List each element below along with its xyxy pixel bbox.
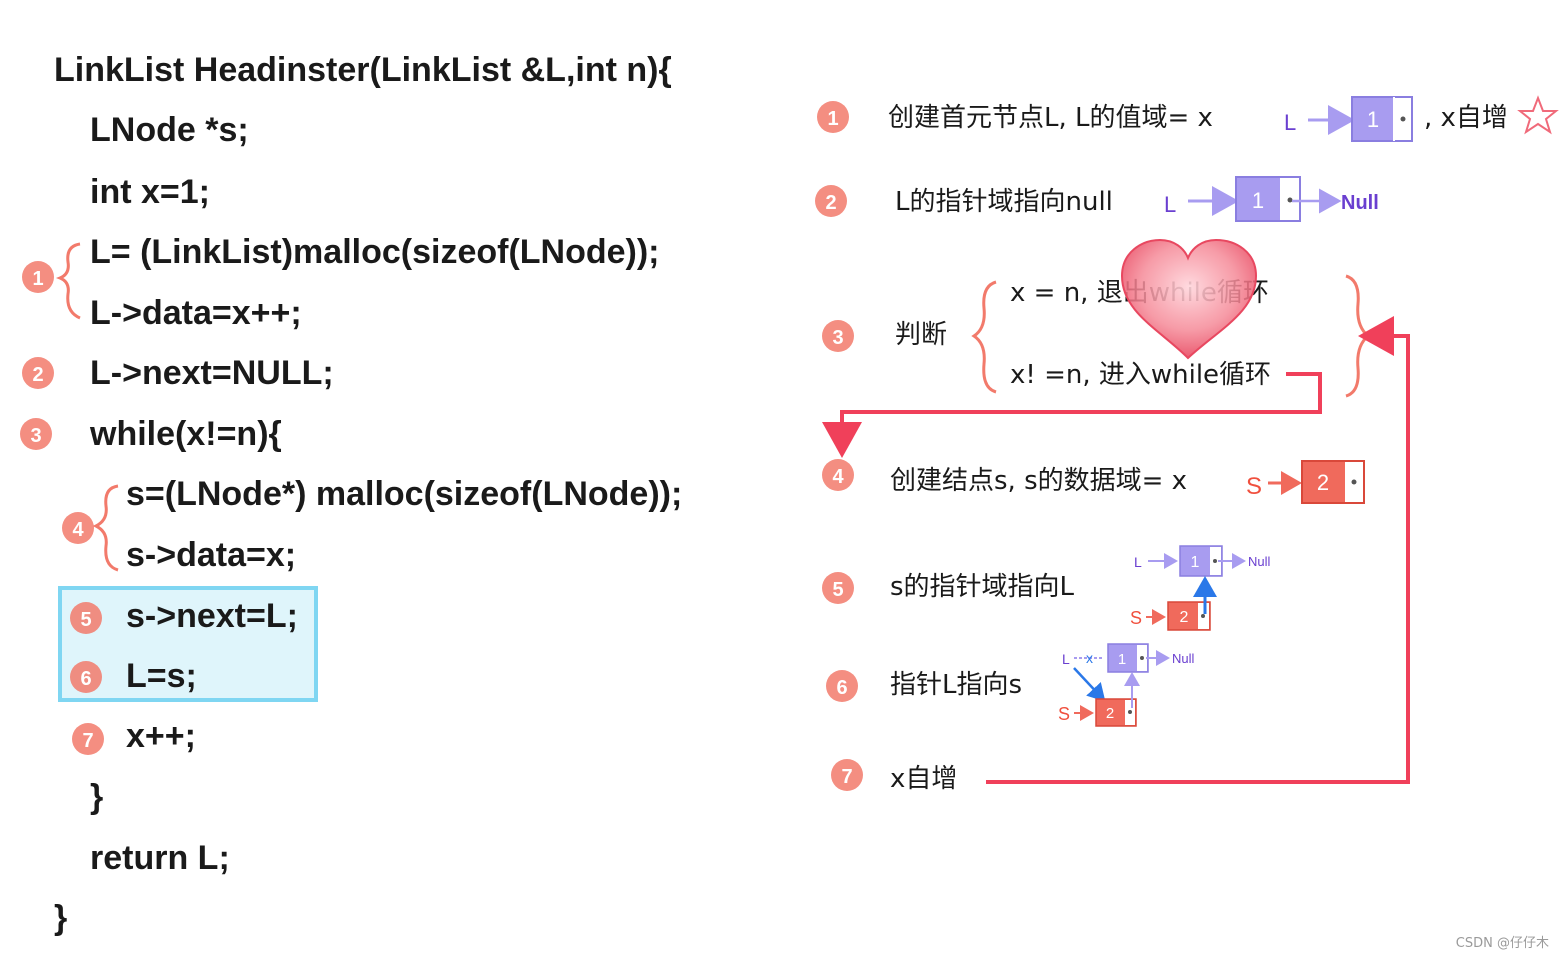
marker-number: 1 [32, 268, 43, 290]
node-L-1: 1 [1351, 96, 1413, 142]
watermark: CSDN @仔仔木 [1455, 936, 1549, 951]
code-marker-1: 1 [22, 261, 54, 293]
svg-text:3: 3 [832, 327, 843, 349]
step-marker-2: 2 [815, 185, 847, 217]
svg-text:1: 1 [1191, 554, 1200, 571]
svg-text:2: 2 [1106, 705, 1114, 722]
brace-right-step3 [1345, 274, 1371, 398]
svg-text:1: 1 [1118, 651, 1126, 668]
pointer-label-S: S [1058, 704, 1070, 724]
node-L-1: 1 [1235, 176, 1301, 222]
marker-number: 3 [30, 425, 41, 447]
node-L-1: 1 [1107, 643, 1149, 673]
node-L-1: 1 [1179, 545, 1223, 577]
pointer-label-L: L [1284, 110, 1296, 135]
step-marker-6: 6 [826, 670, 858, 702]
node-value: 1 [1252, 188, 1264, 213]
node-value: 2 [1317, 470, 1329, 495]
code-marker-7: 7 [72, 723, 104, 755]
code-marker-4: 4 [62, 512, 94, 544]
svg-text:7: 7 [841, 766, 852, 788]
node-value: 1 [1367, 107, 1379, 132]
step-marker-5: 5 [822, 572, 854, 604]
svg-text:2: 2 [825, 192, 836, 214]
diagram-canvas: 1 2 3 4 5 6 7 1 2 3 4 5 6 7 L 1 L 1 Null… [20, 95, 1559, 791]
pointer-label-L: L [1062, 651, 1070, 667]
pointer-label-S: S [1246, 473, 1262, 500]
cross-mark: x [1086, 650, 1093, 666]
null-label: Null [1341, 192, 1379, 214]
arrow-L-to-s [1073, 667, 1106, 702]
marker-number: 4 [72, 519, 84, 541]
arrow-enter-loop [822, 372, 1322, 458]
null-label: Null [1172, 651, 1195, 666]
step-marker-7: 7 [831, 759, 863, 791]
marker-number: 5 [80, 609, 91, 631]
node-S-2: 2 [1095, 698, 1137, 727]
svg-text:6: 6 [836, 677, 847, 699]
step-marker-4: 4 [822, 459, 854, 491]
code-marker-2: 2 [22, 357, 54, 389]
marker-number: 7 [82, 730, 93, 752]
svg-text:5: 5 [832, 579, 843, 601]
brace-1 [55, 242, 81, 320]
pointer-label-L: L [1164, 192, 1176, 217]
svg-text:2: 2 [1180, 609, 1189, 626]
brace-4 [92, 484, 119, 572]
star-icon [1517, 95, 1559, 135]
marker-number: 6 [80, 668, 91, 690]
brace-left-step3 [971, 280, 997, 394]
code-marker-5: 5 [70, 602, 102, 634]
svg-text:4: 4 [832, 466, 844, 488]
heart-icon [1120, 238, 1258, 360]
node-S-2: 2 [1301, 460, 1365, 504]
code-marker-6: 6 [70, 661, 102, 693]
code-marker-3: 3 [20, 418, 52, 450]
step-marker-3: 3 [822, 320, 854, 352]
step-marker-1: 1 [817, 101, 849, 133]
marker-number: 2 [32, 364, 43, 386]
null-label: Null [1248, 554, 1271, 569]
pointer-label-L: L [1134, 554, 1142, 570]
svg-text:1: 1 [827, 108, 838, 130]
pointer-label-S: S [1130, 608, 1142, 628]
